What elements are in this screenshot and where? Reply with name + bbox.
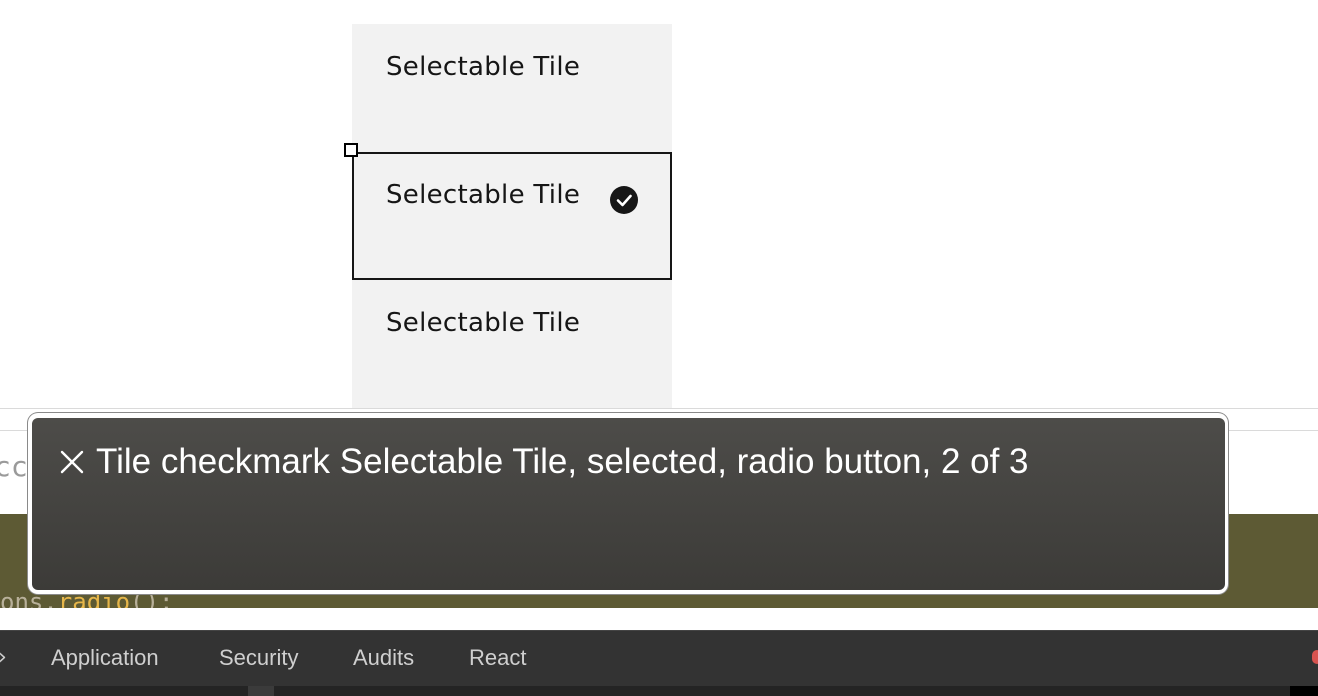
selectable-tile-2-selected[interactable]: Selectable Tile	[352, 152, 672, 280]
tab-application[interactable]: Application	[51, 645, 159, 671]
tile-label: Selectable Tile	[386, 180, 581, 210]
devtools-bottom-bar	[0, 686, 1318, 696]
tile-label: Selectable Tile	[386, 52, 581, 82]
tab-overflow-chevron-icon[interactable]: ›	[0, 645, 7, 670]
tab-react[interactable]: React	[469, 645, 526, 671]
tile-label: Selectable Tile	[386, 308, 581, 338]
tab-security[interactable]: Security	[219, 645, 298, 671]
devtools-tab-bar: › Application Security Audits React	[0, 630, 1318, 687]
voiceover-caption-text: Tile checkmark Selectable Tile, selected…	[96, 442, 1029, 481]
console-prompt-text: cc	[0, 450, 28, 483]
spacer	[0, 608, 1318, 630]
panel-corner	[1290, 686, 1318, 696]
tab-audits[interactable]: Audits	[353, 645, 414, 671]
panel-splitter[interactable]	[248, 686, 274, 696]
divider	[0, 408, 1318, 409]
error-indicator-icon	[1312, 650, 1318, 664]
focus-cursor-handle	[344, 143, 358, 157]
voiceover-caption-panel: Tile checkmark Selectable Tile, selected…	[32, 418, 1225, 590]
close-icon[interactable]	[58, 448, 86, 476]
selectable-tile-1[interactable]: Selectable Tile	[352, 24, 672, 152]
selectable-tile-3[interactable]: Selectable Tile	[352, 280, 672, 408]
checkmark-filled-icon	[610, 186, 638, 214]
